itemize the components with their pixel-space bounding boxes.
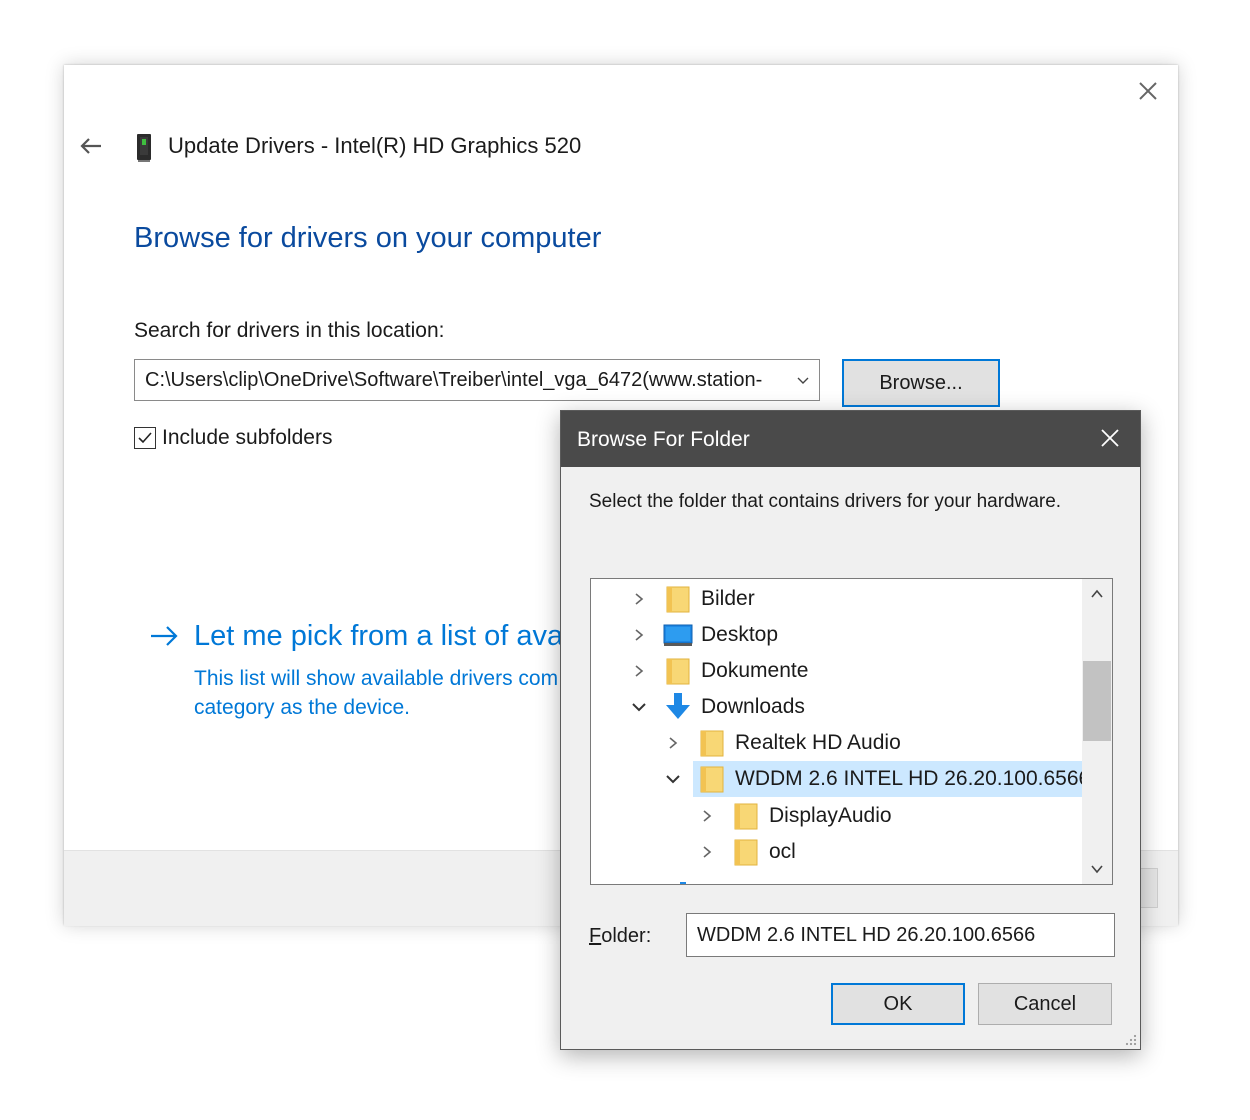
chevron-right-icon[interactable]	[629, 625, 649, 645]
screen: Update Drivers - Intel(R) HD Graphics 52…	[0, 0, 1250, 1120]
tree-item-wddm-selected[interactable]: WDDM 2.6 INTEL HD 26.20.100.6566	[663, 761, 1099, 797]
resize-grip-icon[interactable]	[1123, 1032, 1137, 1046]
tree-item-partial[interactable]	[663, 872, 699, 884]
browse-button[interactable]: Browse...	[842, 359, 1000, 407]
folder-icon	[731, 837, 761, 867]
tree-item-realtek-hd-audio[interactable]: Realtek HD Audio	[663, 725, 901, 761]
chevron-right-icon[interactable]	[629, 589, 649, 609]
folder-name-input[interactable]	[686, 913, 1115, 957]
pick-desc-line-1: This list will show available drivers co…	[194, 667, 559, 690]
close-icon[interactable]	[1134, 77, 1162, 105]
folder-icon	[663, 584, 693, 614]
tree-item-bilder[interactable]: Bilder	[629, 581, 755, 617]
tree-item-displayaudio[interactable]: DisplayAudio	[697, 798, 892, 834]
close-icon[interactable]	[1098, 426, 1122, 450]
folder-icon	[697, 764, 727, 794]
chevron-right-icon[interactable]	[697, 842, 717, 862]
tree-item-dokumente[interactable]: Dokumente	[629, 653, 808, 689]
folder-tree[interactable]: Bilder Desktop Dokumente Downloads Realt…	[590, 578, 1113, 885]
pick-desc-line-2: category as the device.	[194, 696, 410, 719]
desktop-icon	[663, 620, 693, 650]
folder-label-accesskey: F	[589, 925, 602, 947]
chevron-right-icon[interactable]	[629, 661, 649, 681]
tree-item-label: WDDM 2.6 INTEL HD 26.20.100.6566	[735, 767, 1091, 790]
right-arrow-icon[interactable]	[148, 621, 180, 651]
chevron-right-icon[interactable]	[663, 733, 683, 753]
tree-item-label: Dokumente	[701, 659, 809, 682]
checkbox-checked-icon[interactable]	[134, 427, 156, 449]
chevron-up-icon[interactable]	[1082, 579, 1112, 609]
chevron-down-icon[interactable]	[1082, 854, 1112, 884]
include-subfolders-label: Include subfolders	[162, 426, 333, 449]
tree-item-label: Downloads	[701, 695, 805, 718]
chevron-down-icon[interactable]	[795, 372, 811, 388]
page-heading: Browse for drivers on your computer	[134, 222, 602, 254]
cancel-button[interactable]: Cancel	[978, 983, 1112, 1025]
search-location-label: Search for drivers in this location:	[134, 319, 445, 342]
include-subfolders-checkbox[interactable]: Include subfolders	[134, 426, 332, 450]
dialog-titlebar[interactable]: Browse For Folder	[561, 411, 1140, 467]
folder-icon	[697, 728, 727, 758]
selection-highlight[interactable]: WDDM 2.6 INTEL HD 26.20.100.6566	[693, 761, 1099, 797]
tree-item-label: ocl	[769, 840, 796, 863]
tree-item-desktop[interactable]: Desktop	[629, 617, 778, 653]
back-arrow-icon[interactable]	[78, 133, 104, 159]
folder-field-label: Folder:	[589, 925, 651, 948]
music-icon	[669, 875, 699, 884]
scrollbar-thumb[interactable]	[1083, 661, 1111, 741]
dialog-title: Browse For Folder	[577, 428, 750, 451]
tree-item-downloads[interactable]: Downloads	[629, 689, 805, 725]
pick-from-list-link[interactable]: Let me pick from a list of avai	[194, 620, 570, 653]
dialog-instruction: Select the folder that contains drivers …	[589, 491, 1062, 512]
ok-button[interactable]: OK	[831, 983, 965, 1025]
graphics-device-icon	[134, 133, 154, 163]
folder-icon	[663, 656, 693, 686]
folder-label-rest: older:	[601, 925, 652, 947]
driver-path-combobox[interactable]: C:\Users\clip\OneDrive\Software\Treiber\…	[134, 359, 820, 401]
wizard-title: Update Drivers - Intel(R) HD Graphics 52…	[168, 133, 582, 158]
driver-path-value[interactable]: C:\Users\clip\OneDrive\Software\Treiber\…	[145, 369, 785, 392]
tree-item-label: Desktop	[701, 623, 779, 646]
tree-item-label: DisplayAudio	[769, 804, 892, 827]
chevron-down-icon[interactable]	[663, 769, 683, 789]
chevron-down-icon[interactable]	[629, 697, 649, 717]
tree-vertical-scrollbar[interactable]	[1082, 579, 1112, 884]
browse-for-folder-dialog: Browse For Folder Select the folder that…	[560, 410, 1141, 1050]
downloads-icon	[663, 692, 693, 722]
tree-item-label: Realtek HD Audio	[735, 731, 901, 754]
chevron-right-icon[interactable]	[697, 806, 717, 826]
folder-icon	[731, 801, 761, 831]
pick-from-list-description: This list will show available drivers co…	[194, 664, 574, 722]
tree-item-ocl[interactable]: ocl	[697, 834, 796, 870]
tree-item-label: Bilder	[701, 587, 755, 610]
